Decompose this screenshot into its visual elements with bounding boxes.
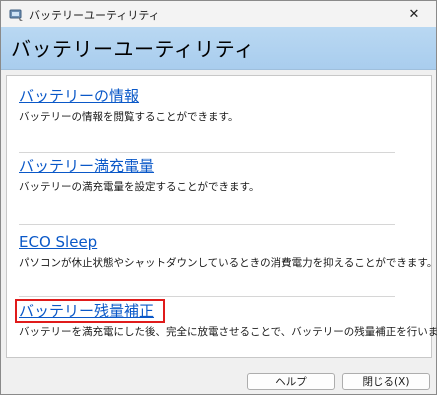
battery-calibration-description: バッテリーを満充電にした後、完全に放電させることで、バッテリーの残量補正を行いま… (19, 326, 437, 338)
close-button[interactable]: 閉じる(X) (342, 373, 430, 390)
help-button[interactable]: ヘルプ (247, 373, 335, 390)
eco-sleep-link[interactable]: ECO Sleep (19, 232, 97, 252)
title-bar[interactable]: バッテリーユーティリティ ✕ (1, 1, 436, 27)
divider (19, 224, 395, 225)
menu-item-battery-info: バッテリーの情報 バッテリーの情報を閲覧することができます。 (19, 86, 409, 124)
close-window-button[interactable]: ✕ (392, 1, 436, 27)
menu-item-eco-sleep: ECO Sleep パソコンが休止状態やシャットダウンしているときの消費電力を抑… (19, 232, 437, 270)
header-banner: バッテリーユーティリティ (1, 27, 436, 70)
window-title: バッテリーユーティリティ (29, 9, 160, 22)
divider (19, 296, 395, 297)
eco-sleep-description: パソコンが休止状態やシャットダウンしているときの消費電力を抑えることができます。 (19, 257, 437, 269)
divider (19, 152, 395, 153)
battery-utility-window: バッテリーユーティリティ ✕ バッテリーユーティリティ バッテリーの情報 バッテ… (0, 0, 437, 395)
menu-panel: バッテリーの情報 バッテリーの情報を閲覧することができます。 バッテリー満充電量… (6, 75, 437, 358)
full-charge-description: バッテリーの満充電量を設定することができます。 (19, 181, 260, 193)
battery-info-link[interactable]: バッテリーの情報 (19, 86, 139, 106)
close-icon: ✕ (408, 6, 420, 22)
menu-item-full-charge: バッテリー満充電量 バッテリーの満充電量を設定することができます。 (19, 156, 409, 194)
battery-info-description: バッテリーの情報を閲覧することができます。 (19, 111, 239, 123)
battery-calibration-link[interactable]: バッテリー残量補正 (19, 301, 154, 321)
app-icon (9, 7, 24, 21)
full-charge-link[interactable]: バッテリー満充電量 (19, 156, 154, 176)
page-title: バッテリーユーティリティ (11, 37, 255, 61)
menu-item-battery-calibration: バッテリー残量補正 バッテリーを満充電にした後、完全に放電させることで、バッテリ… (19, 301, 437, 339)
